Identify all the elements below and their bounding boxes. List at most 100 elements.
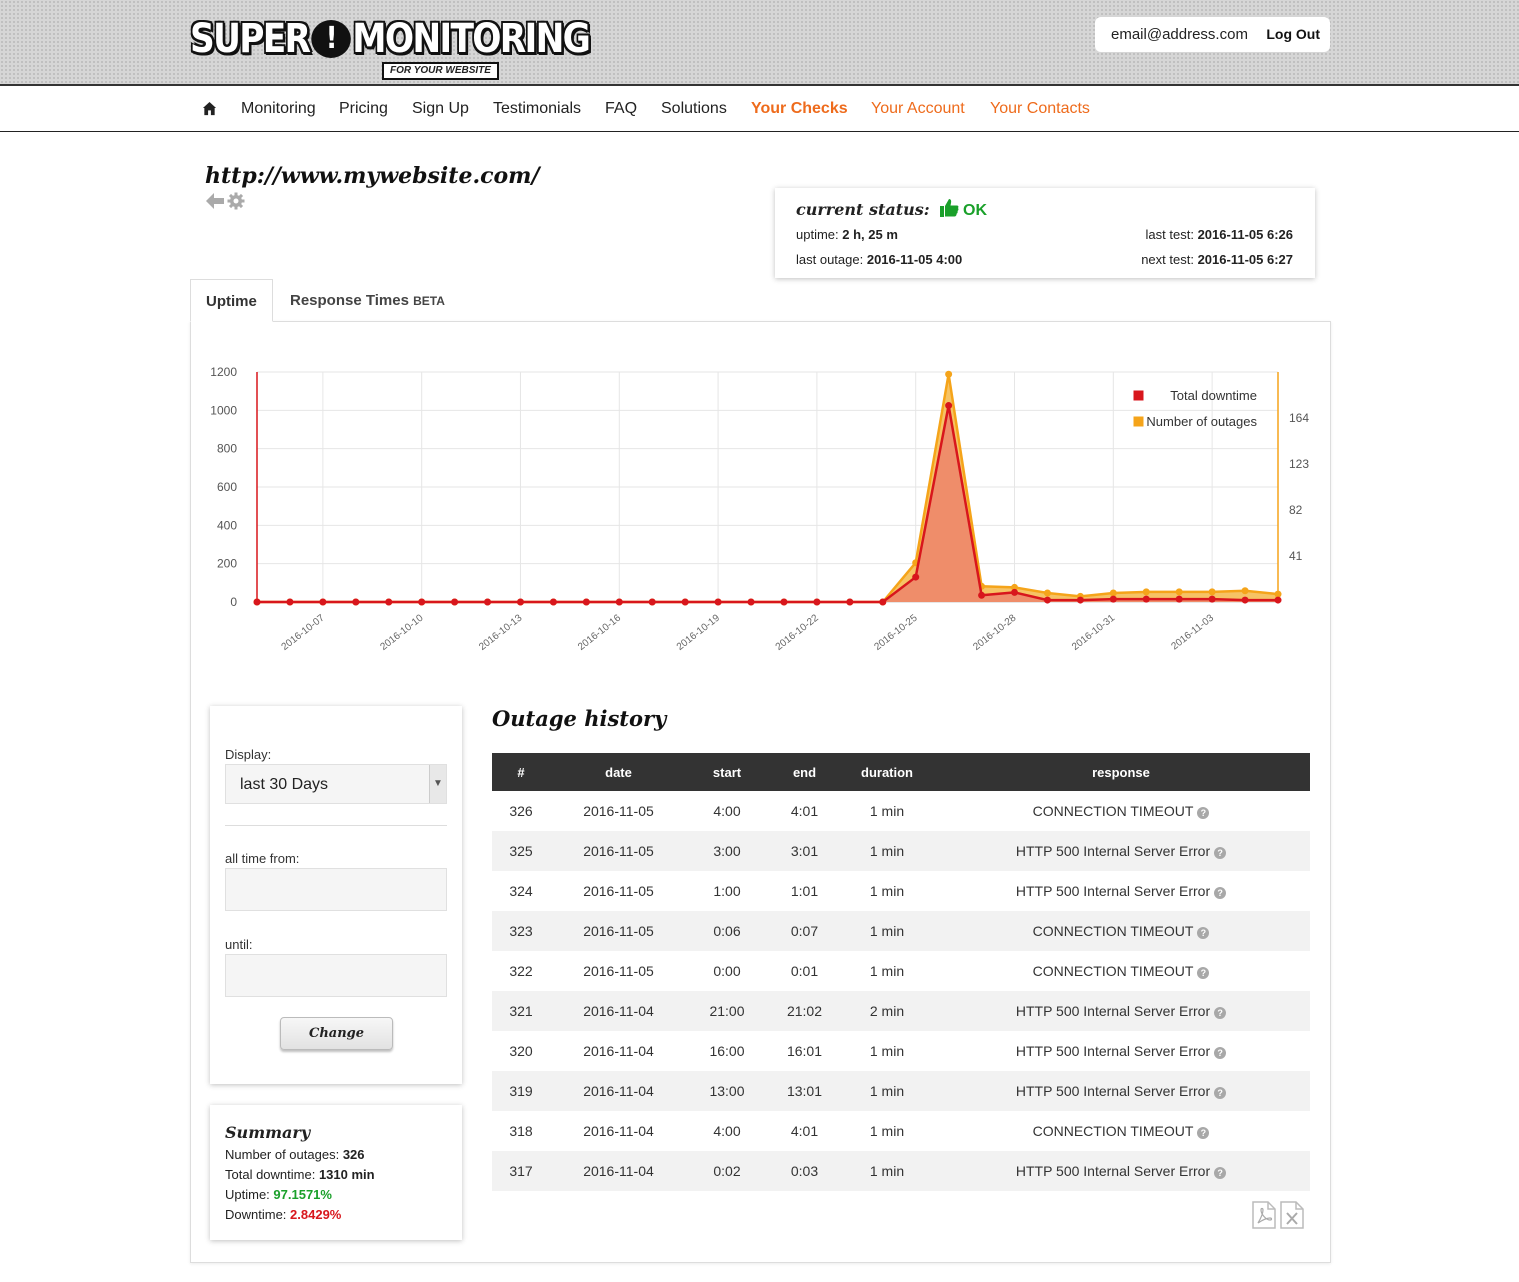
help-icon[interactable]: ? (1197, 967, 1210, 979)
help-icon[interactable]: ? (1214, 1087, 1227, 1099)
status-indicator: OK (939, 198, 987, 220)
outage-history-title: Outage history (492, 706, 667, 731)
nav-testimonials[interactable]: Testimonials (493, 88, 581, 130)
data-point (615, 598, 623, 606)
status-title: current status: (796, 200, 930, 219)
summary-downtime-pct: Downtime: 2.8429% (225, 1207, 342, 1222)
data-point (846, 598, 854, 606)
help-icon[interactable]: ? (1214, 847, 1227, 859)
next-test-line: next test: 2016-11-05 6:27 (1141, 252, 1293, 267)
y-left-tick-label: 600 (217, 480, 237, 494)
cell-response: HTTP 500 Internal Server Error? (932, 991, 1310, 1031)
from-date-input[interactable] (225, 868, 447, 911)
table-row: 320 2016-11-04 16:00 16:01 1 min HTTP 500 Int… (492, 1031, 1310, 1071)
y-right-tick-label: 82 (1289, 503, 1303, 517)
col-start: start (687, 753, 767, 791)
data-point (549, 598, 557, 606)
nav-pricing[interactable]: Pricing (339, 88, 388, 130)
cell-response: CONNECTION TIMEOUT? (932, 911, 1310, 951)
data-point (1142, 595, 1150, 603)
tab-response-times[interactable]: Response Times BETA (275, 279, 460, 322)
cell-date: 2016-11-05 (583, 883, 654, 899)
data-point (1011, 588, 1019, 596)
change-button[interactable]: Change (280, 1017, 393, 1050)
cell-number: 322 (509, 963, 533, 979)
cell-start: 13:00 (687, 1071, 767, 1111)
home-icon[interactable] (202, 101, 217, 116)
legend-swatch (1132, 389, 1145, 402)
x-tick-label: 2016-10-25 (872, 612, 919, 652)
data-point (1241, 596, 1249, 604)
cell-start: 4:00 (713, 1123, 741, 1139)
table-header-row: # date start end duration response (492, 753, 1310, 791)
data-point (747, 598, 755, 606)
cell-end: 16:01 (786, 1043, 823, 1059)
help-icon[interactable]: ? (1197, 807, 1210, 819)
nav-sign-up[interactable]: Sign Up (412, 88, 469, 130)
x-tick-label: 2016-10-22 (774, 612, 821, 652)
help-icon[interactable]: ? (1214, 1047, 1227, 1059)
col-date: date (550, 753, 687, 791)
last-outage-line: last outage: 2016-11-05 4:00 (796, 252, 963, 267)
help-icon[interactable]: ? (1197, 1127, 1210, 1139)
nav-faq[interactable]: FAQ (605, 88, 637, 130)
cell-number: 323 (492, 911, 550, 951)
chart-legend: Total downtime Number of outages (1132, 388, 1257, 429)
cell-number: 324 (509, 883, 533, 899)
nav-monitoring[interactable]: Monitoring (241, 88, 316, 130)
next-test-value: 2016-11-05 6:27 (1197, 252, 1293, 267)
cell-response: CONNECTION TIMEOUT? (932, 791, 1310, 831)
cell-duration: 1 min (842, 831, 932, 871)
cell-duration: 1 min (869, 1123, 905, 1139)
series-line-total-downtime (257, 405, 1278, 604)
data-point (385, 598, 393, 606)
x-tick-label: 2016-10-16 (576, 612, 623, 652)
help-icon[interactable]: ? (1214, 1007, 1227, 1019)
table-row: 326 2016-11-05 4:00 4:01 1 min CONNECTION TIM… (492, 791, 1310, 831)
gear-icon[interactable] (227, 192, 245, 210)
nav-solutions[interactable]: Solutions (661, 88, 727, 130)
legend-label: Number of outages (1146, 414, 1257, 429)
x-tick-label: 2016-11-03 (1169, 612, 1216, 652)
cell-duration: 2 min (842, 991, 932, 1031)
help-icon[interactable]: ? (1214, 887, 1227, 899)
beta-badge: BETA (413, 294, 445, 308)
x-tick-label: 2016-10-07 (280, 612, 327, 652)
data-point (978, 591, 986, 599)
data-point (1208, 595, 1216, 603)
help-icon[interactable]: ? (1197, 927, 1210, 939)
logout-button[interactable]: Log Out (1266, 17, 1320, 52)
status-ok-text: OK (963, 202, 987, 219)
display-period-select[interactable]: last 30 Days ▼ (225, 764, 447, 804)
nav-your-account[interactable]: Your Account (871, 88, 965, 130)
excel-icon[interactable] (1280, 1201, 1304, 1229)
data-point (1274, 596, 1282, 604)
cell-start: 16:00 (709, 1043, 745, 1059)
data-point (253, 598, 261, 606)
y-right-tick-label: 123 (1289, 457, 1309, 471)
data-point (1109, 589, 1117, 597)
data-point (451, 598, 459, 606)
cell-number: 325 (492, 831, 550, 871)
y-left-tick-label: 0 (230, 595, 237, 609)
cell-date: 2016-11-04 (583, 1123, 654, 1139)
help-icon[interactable]: ? (1214, 1167, 1227, 1179)
cell-end: 0:03 (767, 1151, 842, 1191)
table-row: 323 2016-11-05 0:06 0:07 1 min CONNECTION TIM… (492, 911, 1310, 951)
cell-number: 321 (492, 991, 550, 1031)
logo-tagline: FOR YOUR WEBSITE (382, 62, 499, 80)
uptime-value: 2 h, 25 m (842, 227, 898, 242)
tab-uptime[interactable]: Uptime (190, 279, 273, 322)
data-point (484, 598, 492, 606)
data-point (1142, 588, 1150, 596)
x-tick-label: 2016-10-10 (378, 612, 425, 652)
until-date-input[interactable] (225, 954, 447, 997)
pdf-icon[interactable] (1252, 1201, 1276, 1229)
nav-your-checks[interactable]: Your Checks (751, 88, 848, 130)
logo[interactable]: SUPER! MONITORING FOR YOUR WEBSITE (190, 14, 591, 80)
cell-start: 0:00 (713, 963, 741, 979)
x-tick-label: 2016-10-31 (1070, 612, 1117, 652)
back-arrow-icon[interactable] (205, 192, 225, 210)
cell-response: CONNECTION TIMEOUT? (932, 951, 1310, 991)
nav-your-contacts[interactable]: Your Contacts (990, 88, 1090, 130)
